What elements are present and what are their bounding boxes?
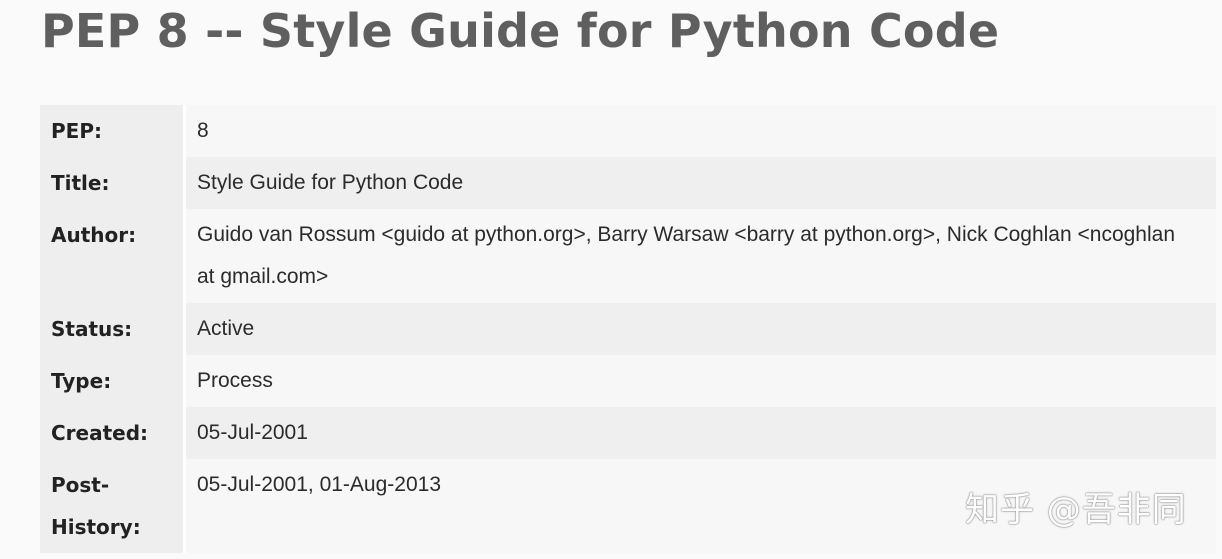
table-row: Type: Process [40, 355, 1216, 407]
table-row: Title: Style Guide for Python Code [40, 157, 1216, 209]
field-name-post-history: Post-History: [40, 459, 186, 553]
field-name-created: Created: [40, 407, 186, 459]
field-name-pep: PEP: [40, 105, 186, 157]
watermark: 知乎 @吾非同 [965, 490, 1187, 530]
table-row: Status: Active [40, 303, 1216, 355]
page-title: PEP 8 -- Style Guide for Python Code [41, 4, 1000, 58]
field-value-pep: 8 [186, 105, 1216, 157]
field-value-type: Process [186, 355, 1216, 407]
field-value-author: Guido van Rossum <guido at python.org>, … [186, 209, 1216, 303]
table-row: Created: 05-Jul-2001 [40, 407, 1216, 459]
field-value-created: 05-Jul-2001 [186, 407, 1216, 459]
table-row: Author: Guido van Rossum <guido at pytho… [40, 209, 1216, 303]
field-value-title: Style Guide for Python Code [186, 157, 1216, 209]
table-row: PEP: 8 [40, 105, 1216, 157]
field-name-status: Status: [40, 303, 186, 355]
field-name-title: Title: [40, 157, 186, 209]
field-value-status: Active [186, 303, 1216, 355]
field-name-type: Type: [40, 355, 186, 407]
field-name-author: Author: [40, 209, 186, 303]
